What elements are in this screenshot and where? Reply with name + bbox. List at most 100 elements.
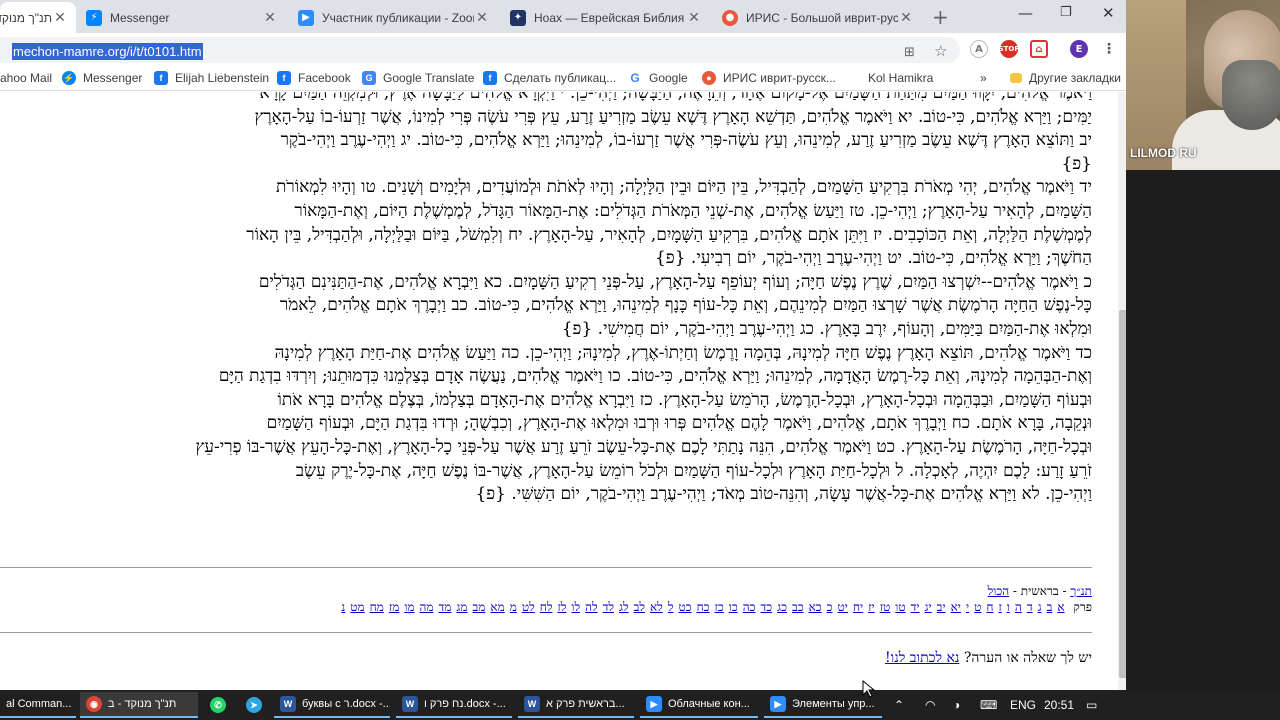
bookmark-google[interactable]: G Google <box>628 71 688 85</box>
keyboard-icon[interactable]: ⌨ <box>980 698 997 712</box>
translate-icon[interactable]: ⊞ <box>904 45 915 60</box>
chevron-up-icon[interactable]: ⌃ <box>894 698 904 712</box>
avatar[interactable]: E <box>1070 40 1088 58</box>
taskbar-app-telegram[interactable]: ➤ <box>240 692 268 718</box>
chapter-link[interactable]: ד <box>1027 600 1033 614</box>
pocket-icon[interactable]: ⌂ <box>1030 40 1048 58</box>
menu-icon[interactable]: ⋮ <box>1100 40 1118 58</box>
chapter-link[interactable]: לא <box>650 600 663 614</box>
tab-tanakh[interactable]: תנ"ך מנוקד ✕ <box>0 2 76 33</box>
bookmarks-overflow[interactable]: » <box>980 71 987 85</box>
star-icon[interactable]: ☆ <box>934 42 947 60</box>
chapter-link[interactable]: טו <box>895 600 905 614</box>
taskbar-app-whatsapp[interactable]: ✆ <box>204 692 232 718</box>
chapter-link[interactable]: ג <box>1038 600 1042 614</box>
close-icon[interactable]: ✕ <box>262 10 278 26</box>
bookmark-other[interactable]: Другие закладки <box>1010 71 1121 85</box>
url-text[interactable]: mechon-mamre.org/i/t/t0101.htm <box>12 43 203 60</box>
close-icon[interactable]: ✕ <box>686 10 702 26</box>
chapter-link[interactable]: כב <box>792 600 804 614</box>
chapter-link[interactable]: מב <box>472 600 485 614</box>
address-bar[interactable]: mechon-mamre.org/i/t/t0101.htm ⊞ ☆ <box>0 37 960 63</box>
chapter-link[interactable]: מט <box>350 600 364 614</box>
close-icon[interactable]: ✕ <box>898 10 914 26</box>
chapter-link[interactable]: נ <box>341 600 345 614</box>
taskbar-app-word-2[interactable]: W נח פרק ו.docx -... <box>396 692 512 718</box>
chapter-link[interactable]: כג <box>777 600 787 614</box>
chapter-link[interactable]: לה <box>585 600 598 614</box>
chapter-link[interactable]: ה <box>1015 600 1022 614</box>
extension-a-icon[interactable]: A <box>970 40 988 58</box>
chapter-link[interactable]: לז <box>557 600 566 614</box>
bookmark-iris[interactable]: ● ИРИС иврит-русск... <box>702 71 836 85</box>
chapter-link[interactable]: יז <box>868 600 875 614</box>
volume-icon[interactable]: ◑ <box>953 698 960 712</box>
taskbar-app-word-1[interactable]: Wбуквы с ר.docx -... <box>274 692 390 718</box>
bookmark-messenger[interactable]: ⚡ Messenger <box>62 71 142 85</box>
restore-icon[interactable]: ❐ <box>1060 5 1072 20</box>
tab-messenger[interactable]: ⚡ Messenger ✕ <box>76 2 286 33</box>
chapter-link[interactable]: כז <box>715 600 724 614</box>
taskbar-app-commander[interactable]: al Comman... <box>0 692 76 718</box>
chapter-link[interactable]: כו <box>729 600 738 614</box>
taskbar-app-zoom-1[interactable]: ▶ Облачные кон... <box>640 692 758 718</box>
bookmark-elijah[interactable]: f Elijah Liebenstein <box>154 71 269 85</box>
chapter-link[interactable]: לג <box>619 600 629 614</box>
chapter-link[interactable]: מה <box>420 600 434 614</box>
chapter-link[interactable]: מא <box>490 600 504 614</box>
bookmark-publication[interactable]: f Сделать публикац... <box>483 71 616 85</box>
close-icon[interactable]: ✕ <box>52 10 68 26</box>
chapter-link[interactable]: י <box>966 600 969 614</box>
taskbar-app-word-3[interactable]: W בראשית פרק א... <box>518 692 634 718</box>
chapter-link[interactable]: לו <box>571 600 580 614</box>
minimize-icon[interactable]: — <box>1018 4 1033 22</box>
tab-noah[interactable]: ✦ Ноах — Еврейская Библия Бе ✕ <box>500 2 710 33</box>
chapter-link[interactable]: ב <box>1047 600 1053 614</box>
bookmark-facebook[interactable]: f Facebook <box>277 71 351 85</box>
chapter-link[interactable]: כד <box>760 600 772 614</box>
chapter-link[interactable]: כט <box>678 600 691 614</box>
chapter-link[interactable]: א <box>1057 600 1064 614</box>
contact-link[interactable]: נא לכתוב לנו! <box>885 650 959 666</box>
chapter-link[interactable]: ו <box>1007 600 1010 614</box>
chapter-link[interactable]: ל <box>668 600 674 614</box>
stop-icon[interactable]: STOP <box>999 40 1019 58</box>
chapter-link[interactable]: מג <box>456 600 467 614</box>
chapter-link[interactable]: לד <box>603 600 614 614</box>
bookmark-kol-hamikra[interactable]: Kol Hamikra <box>868 71 933 85</box>
chapter-link[interactable]: מ <box>510 600 517 614</box>
chapter-link[interactable]: ח <box>986 600 993 614</box>
tab-zoom[interactable]: ▶ Участник публикации - Zoom ✕ <box>288 2 498 33</box>
clock[interactable]: 20:51 <box>1044 698 1074 712</box>
bookmark-google-translate[interactable]: G Google Translate <box>362 71 474 85</box>
close-window-icon[interactable]: ✕ <box>1102 4 1115 22</box>
chapter-link[interactable]: יח <box>853 600 863 614</box>
close-icon[interactable]: ✕ <box>474 10 490 26</box>
chapter-link[interactable]: כח <box>697 600 710 614</box>
chapter-link[interactable]: לב <box>634 600 645 614</box>
chapter-link[interactable]: ז <box>998 600 1001 614</box>
notifications-icon[interactable]: ▭ <box>1086 698 1097 712</box>
tab-iris[interactable]: ● ИРИС - Большой иврит-русс ✕ <box>712 2 922 33</box>
chapter-link[interactable]: לח <box>540 600 553 614</box>
bookmark-yahoo-mail[interactable]: ahoo Mail <box>0 71 52 85</box>
chapter-link[interactable]: ט <box>974 600 981 614</box>
chapter-link[interactable]: יד <box>911 600 920 614</box>
chapter-link[interactable]: יב <box>937 600 946 614</box>
chapter-link[interactable]: יא <box>951 600 961 614</box>
chapter-link[interactable]: יג <box>925 600 932 614</box>
chapter-link[interactable]: כא <box>809 600 822 614</box>
chapter-link[interactable]: לט <box>522 600 535 614</box>
chapter-link[interactable]: כ <box>827 600 833 614</box>
chapter-link[interactable]: יט <box>838 600 848 614</box>
crumb-all[interactable]: הכול <box>988 584 1009 598</box>
language-indicator[interactable]: ENG <box>1010 698 1036 712</box>
new-tab-button[interactable]: + <box>932 5 949 29</box>
taskbar-app-chrome[interactable]: ◉ תנ"ך מנוקד - ב <box>80 692 198 718</box>
chapter-link[interactable]: מח <box>370 600 384 614</box>
chapter-link[interactable]: כה <box>743 600 756 614</box>
chapter-link[interactable]: טז <box>880 600 891 614</box>
chapter-link[interactable]: מו <box>404 600 414 614</box>
wifi-icon[interactable]: ◠ <box>925 698 935 712</box>
chapter-link[interactable]: מז <box>389 600 399 614</box>
